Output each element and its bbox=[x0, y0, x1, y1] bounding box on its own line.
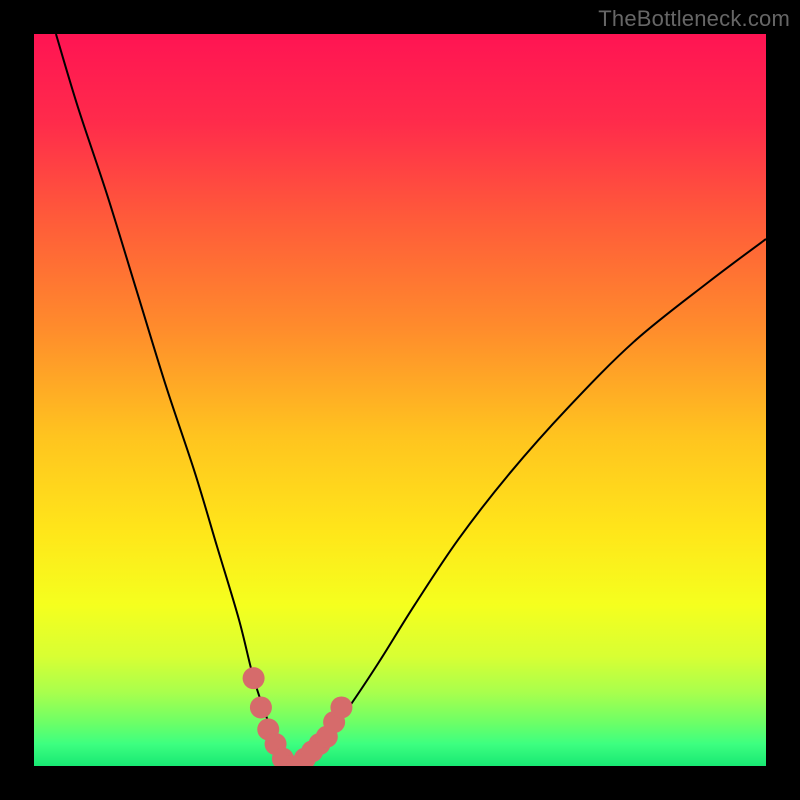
gradient-background bbox=[34, 34, 766, 766]
marker-dot bbox=[243, 667, 265, 689]
marker-dot bbox=[330, 696, 352, 718]
chart-frame: TheBottleneck.com bbox=[0, 0, 800, 800]
plot-area bbox=[34, 34, 766, 766]
watermark-text: TheBottleneck.com bbox=[598, 6, 790, 32]
bottleneck-chart bbox=[34, 34, 766, 766]
marker-dot bbox=[250, 696, 272, 718]
